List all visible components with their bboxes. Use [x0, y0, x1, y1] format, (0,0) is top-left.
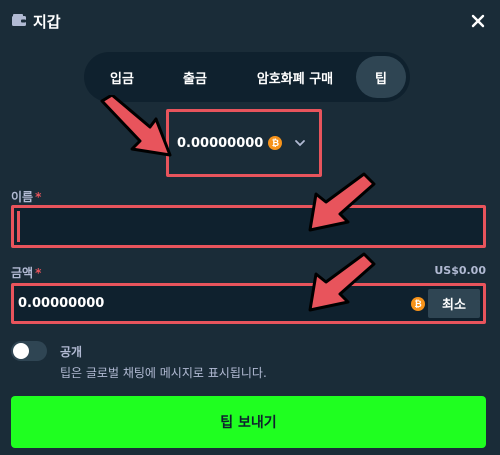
public-label: 공개 — [60, 345, 83, 359]
toggle-knob — [13, 343, 29, 359]
wallet-icon — [12, 14, 26, 26]
modal-header: 지갑 — [0, 0, 500, 44]
currency-highlight: 0.00000000 ₿ — [166, 109, 322, 177]
bitcoin-icon: ₿ — [268, 136, 283, 150]
chevron-down-icon — [295, 140, 306, 147]
close-icon[interactable] — [468, 11, 488, 31]
currency-selector[interactable]: 0.00000000 ₿ — [177, 130, 306, 156]
tab-tip[interactable]: 팁 — [356, 56, 406, 98]
bitcoin-icon: ₿ — [411, 297, 425, 311]
amount-label: 금액 * — [11, 266, 42, 280]
name-input[interactable] — [17, 211, 480, 242]
annotation-arrow-icon — [308, 172, 376, 232]
wallet-modal: 지갑 입금 출금 암호화폐 구매 팁 0.00000000 ₿ 이름 * 금액 * … — [0, 0, 500, 455]
modal-title: 지갑 — [33, 13, 61, 31]
send-tip-button[interactable]: 팁 보내기 — [11, 396, 486, 448]
amount-field-highlight: ₿ 최소 — [11, 283, 486, 324]
min-button[interactable]: 최소 — [428, 289, 480, 318]
tab-deposit[interactable]: 입금 — [88, 56, 156, 98]
public-toggle[interactable] — [11, 341, 47, 361]
tab-buy-crypto[interactable]: 암호화폐 구매 — [234, 56, 356, 98]
tab-withdraw[interactable]: 출금 — [156, 56, 234, 98]
public-hint: 팁은 글로벌 채팅에 메시지로 표시됩니다. — [60, 366, 267, 380]
name-label: 이름 * — [11, 190, 42, 204]
usd-value: US$0.00 — [434, 264, 486, 277]
annotation-arrow-icon — [308, 252, 376, 312]
currency-balance: 0.00000000 — [177, 135, 264, 151]
annotation-arrow-icon — [100, 95, 172, 157]
name-field-highlight — [11, 205, 486, 248]
